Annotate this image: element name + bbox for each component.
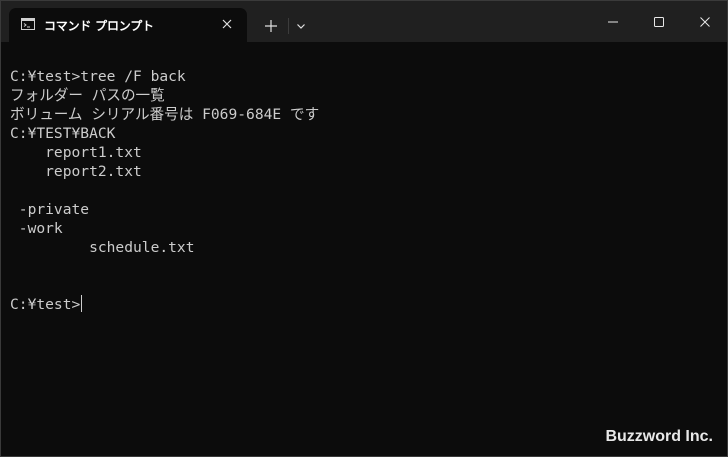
chevron-down-icon[interactable]	[292, 17, 310, 35]
console-line: report2.txt	[10, 163, 142, 180]
console-line: report1.txt	[10, 144, 142, 161]
console-output[interactable]: C:¥test>tree /F back フォルダー パスの一覧 ボリューム シ…	[10, 67, 727, 314]
console-line: C:¥test>tree /F back	[10, 68, 186, 85]
terminal-window: コマンド プロンプト C:¥test>tree /F back フォルダー パス…	[0, 0, 728, 457]
console-line: -work	[10, 220, 63, 237]
minimize-icon	[608, 21, 618, 23]
console-line: -private	[10, 201, 90, 218]
minimize-button[interactable]	[590, 1, 636, 42]
tab-title: コマンド プロンプト	[44, 19, 154, 33]
terminal-icon	[21, 18, 35, 30]
plus-icon[interactable]	[260, 15, 282, 37]
tab-separator	[288, 18, 289, 34]
console-line: フォルダー パスの一覧	[10, 87, 165, 104]
watermark: Buzzword Inc.	[605, 428, 713, 445]
console-line: C:¥TEST¥BACK	[10, 125, 116, 142]
prompt-line[interactable]: C:¥test>	[10, 295, 727, 314]
maximize-icon	[654, 17, 664, 27]
close-icon[interactable]	[219, 16, 235, 32]
console-line: ボリューム シリアル番号は F069-684E です	[10, 106, 320, 123]
title-bar[interactable]: コマンド プロンプト	[1, 1, 727, 42]
prompt-text: C:¥test>	[10, 296, 81, 313]
text-cursor	[81, 295, 83, 312]
tab-command-prompt[interactable]: コマンド プロンプト	[9, 8, 247, 42]
maximize-button[interactable]	[636, 1, 682, 42]
close-icon	[700, 17, 710, 27]
console-line: schedule.txt	[10, 239, 195, 256]
close-window-button[interactable]	[682, 1, 727, 42]
